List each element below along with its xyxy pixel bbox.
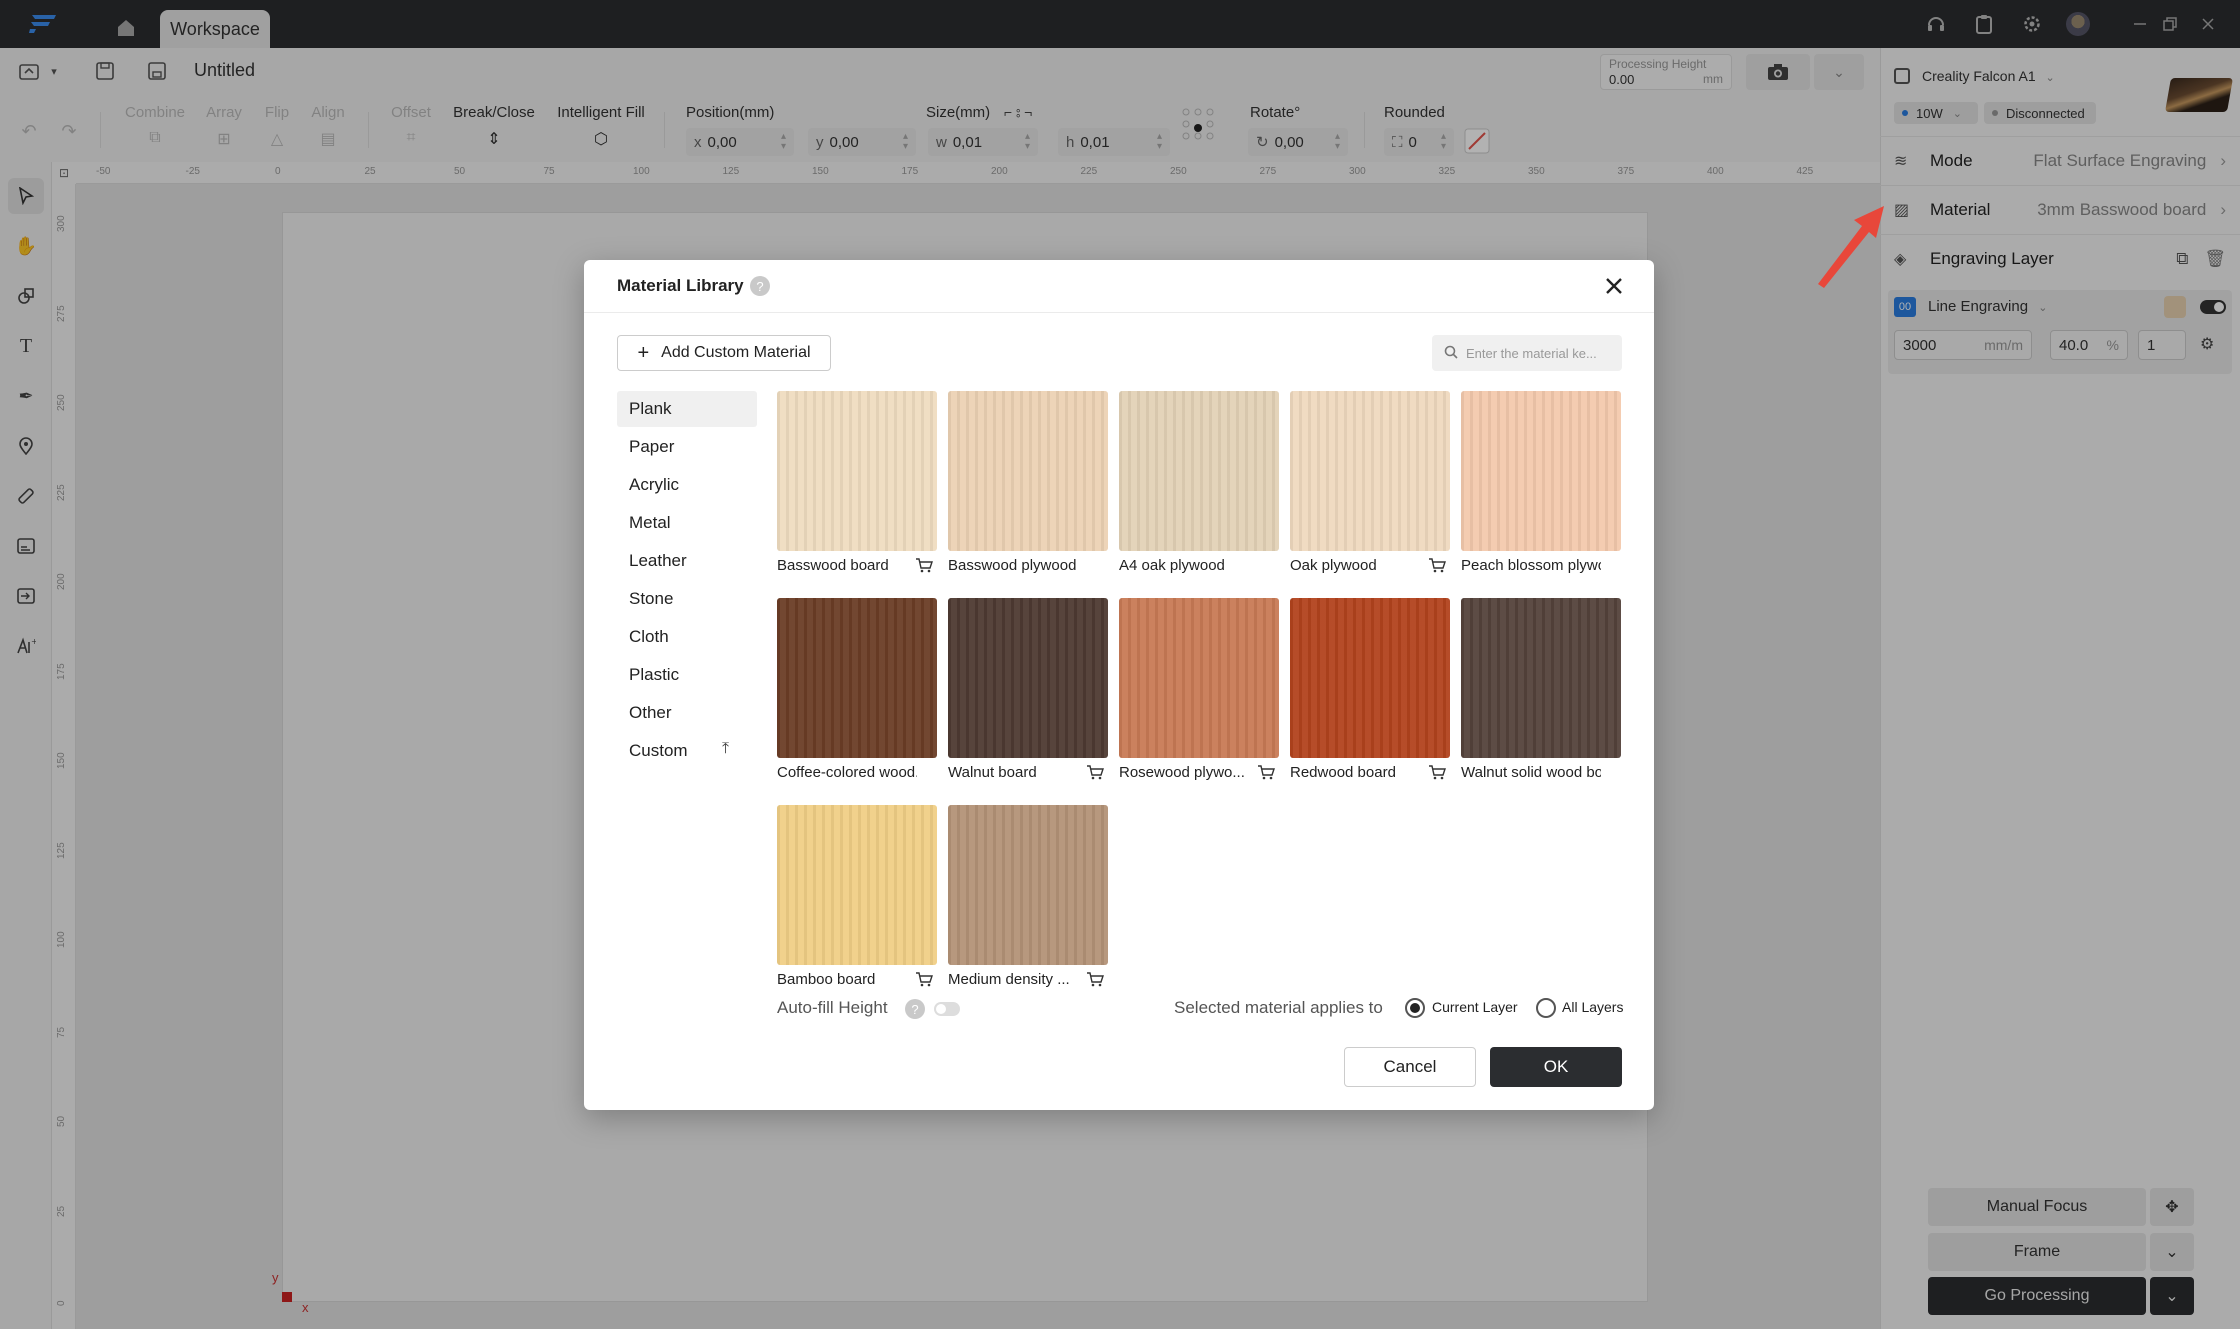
all-layers-radio[interactable] [1536,998,1556,1018]
material-card[interactable]: Bamboo board [777,805,937,995]
material-swatch[interactable] [777,391,937,551]
category-leather[interactable]: Leather [617,543,757,579]
dialog-title: Material Library [617,276,744,295]
cart-icon[interactable] [915,971,933,991]
material-card[interactable]: Basswood plywood [948,391,1108,581]
material-card[interactable]: Walnut solid wood bo... [1461,598,1621,788]
material-swatch[interactable] [1461,598,1621,758]
ok-button[interactable]: OK [1490,1047,1622,1087]
cart-icon[interactable] [1086,764,1104,784]
material-card[interactable]: Medium density ... [948,805,1108,995]
search-input[interactable] [1466,345,1616,361]
material-name: Basswood plywood [948,557,1077,574]
material-swatch[interactable] [1461,391,1621,551]
material-card[interactable]: Basswood board [777,391,937,581]
category-stone[interactable]: Stone [617,581,757,617]
material-name: Rosewood plywo... [1119,764,1245,781]
material-name: Oak plywood [1290,557,1377,574]
search-icon [1444,345,1458,362]
material-swatch[interactable] [1290,598,1450,758]
applies-to-label: Selected material applies to [1174,998,1383,1017]
current-layer-radio[interactable] [1405,998,1425,1018]
material-swatch[interactable] [1119,391,1279,551]
category-acrylic[interactable]: Acrylic [617,467,757,503]
help-icon[interactable]: ? [905,999,925,1019]
current-layer-label[interactable]: Current Layer [1432,999,1518,1015]
material-swatch[interactable] [1290,391,1450,551]
material-card[interactable]: Oak plywood [1290,391,1450,581]
add-custom-material-button[interactable]: + Add Custom Material [617,335,831,371]
material-card[interactable]: Peach blossom plywo... [1461,391,1621,581]
material-swatch[interactable] [948,391,1108,551]
material-swatch[interactable] [1119,598,1279,758]
autofill-height-label: Auto-fill Height [777,998,888,1017]
material-card[interactable]: Walnut board [948,598,1108,788]
category-other[interactable]: Other [617,695,757,731]
plus-icon: + [637,341,650,364]
divider [584,312,1654,313]
material-name: Coffee-colored wood... [777,764,917,781]
material-search[interactable] [1432,335,1622,371]
category-plank[interactable]: Plank [617,391,757,427]
autofill-height-toggle[interactable] [934,1002,960,1016]
material-swatch[interactable] [948,598,1108,758]
material-swatch[interactable] [777,805,937,965]
material-name: Basswood board [777,557,889,574]
add-custom-material-label: Add Custom Material [661,344,811,361]
material-name: Redwood board [1290,764,1396,781]
cart-icon[interactable] [1428,557,1446,577]
material-name: Bamboo board [777,971,876,988]
material-swatch[interactable] [777,598,937,758]
all-layers-label[interactable]: All Layers [1562,999,1623,1015]
material-name: Peach blossom plywo... [1461,557,1601,574]
cancel-button[interactable]: Cancel [1344,1047,1476,1087]
material-card[interactable]: A4 oak plywood [1119,391,1279,581]
category-custom[interactable]: Custom [617,733,757,769]
annotation-arrow-icon [1818,206,1884,288]
material-name: Medium density ... [948,971,1070,988]
material-name: Walnut solid wood bo... [1461,764,1601,781]
material-card[interactable]: Coffee-colored wood... [777,598,937,788]
material-name: A4 oak plywood [1119,557,1225,574]
material-card[interactable]: Redwood board [1290,598,1450,788]
material-name: Walnut board [948,764,1037,781]
close-dialog-icon[interactable] [1600,272,1628,300]
cart-icon[interactable] [1428,764,1446,784]
category-cloth[interactable]: Cloth [617,619,757,655]
help-icon[interactable]: ? [750,276,770,296]
cart-icon[interactable] [915,557,933,577]
material-swatch[interactable] [948,805,1108,965]
cart-icon[interactable] [1257,764,1275,784]
category-paper[interactable]: Paper [617,429,757,465]
material-card[interactable]: Rosewood plywo... [1119,598,1279,788]
pin-to-top-icon[interactable]: ⤒ [722,740,729,758]
cart-icon[interactable] [1086,971,1104,991]
category-plastic[interactable]: Plastic [617,657,757,693]
category-metal[interactable]: Metal [617,505,757,541]
